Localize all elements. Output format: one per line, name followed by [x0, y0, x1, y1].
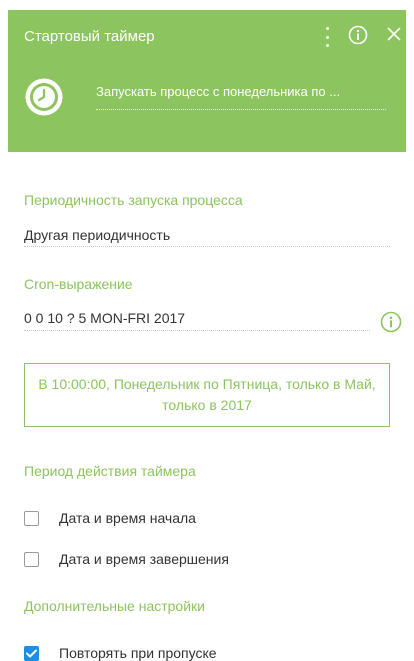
cron-underline	[24, 330, 370, 331]
start-datetime-checkbox[interactable]	[24, 510, 39, 526]
cron-input[interactable]: 0 0 10 ? 5 MON-FRI 2017	[24, 310, 185, 326]
more-vertical-icon[interactable]	[323, 27, 331, 47]
start-timer-panel: Стартовый таймер Запускать процесс с пон…	[0, 0, 414, 661]
checkmark-icon	[26, 649, 37, 657]
element-title: Стартовый таймер	[24, 28, 155, 45]
additional-settings-label: Дополнительные настройки	[24, 598, 205, 614]
start-datetime-label: Дата и время начала	[59, 510, 196, 526]
info-icon[interactable]	[348, 25, 368, 45]
info-icon[interactable]	[380, 311, 402, 333]
cron-summary-text: В 10:00:00, Понедельник по Пятница, толь…	[38, 376, 376, 413]
periodicity-label: Периодичность запуска процесса	[24, 192, 243, 208]
repeat-on-miss-checkbox[interactable]	[24, 645, 39, 661]
timer-period-label: Период действия таймера	[24, 463, 196, 479]
start-datetime-checkbox-row[interactable]: Дата и время начала	[24, 510, 196, 526]
clock-icon	[25, 78, 63, 116]
periodicity-underline	[24, 246, 390, 247]
description-underline	[96, 109, 386, 110]
element-header: Стартовый таймер Запускать процесс с пон…	[8, 10, 406, 152]
end-datetime-checkbox-row[interactable]: Дата и время завершения	[24, 551, 229, 567]
end-datetime-checkbox[interactable]	[24, 551, 39, 567]
close-icon[interactable]	[386, 26, 402, 42]
periodicity-select[interactable]: Другая периодичность	[24, 227, 170, 243]
element-description[interactable]: Запускать процесс с понедельника по ...	[96, 84, 386, 99]
cron-label: Cron-выражение	[24, 276, 133, 292]
repeat-on-miss-label: Повторять при пропуске	[59, 645, 217, 661]
repeat-on-miss-checkbox-row[interactable]: Повторять при пропуске	[24, 645, 217, 661]
end-datetime-label: Дата и время завершения	[59, 551, 229, 567]
cron-summary-box: В 10:00:00, Понедельник по Пятница, толь…	[24, 363, 390, 427]
